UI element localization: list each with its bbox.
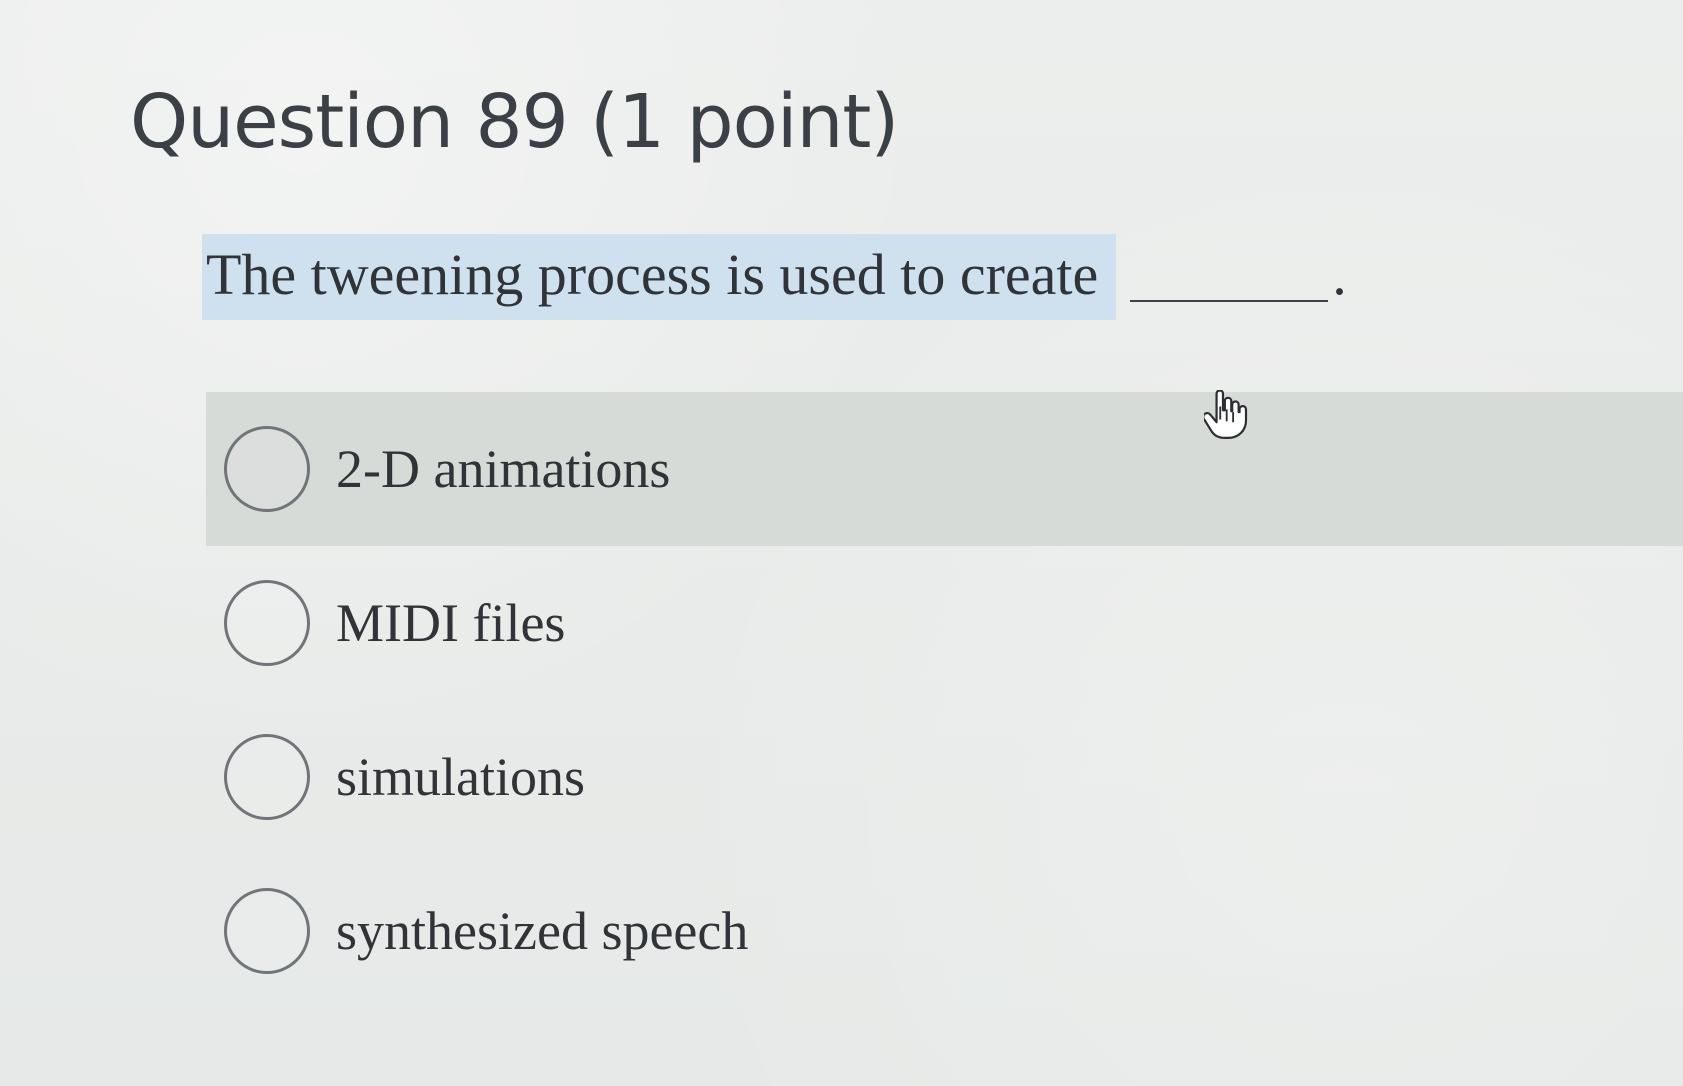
radio-button[interactable]: [224, 580, 310, 666]
answer-choice-simulations[interactable]: simulations: [206, 700, 1683, 854]
radio-button[interactable]: [224, 888, 310, 974]
answer-blank: [1130, 250, 1329, 302]
answer-choices: 2-D animations MIDI files simulations sy…: [206, 392, 1683, 1008]
answer-choice-synthesized-speech[interactable]: synthesized speech: [206, 854, 1683, 1008]
quiz-page: Question 89 (1 point) The tweening proce…: [0, 0, 1683, 1086]
answer-choice-label: 2-D animations: [336, 439, 671, 499]
answer-choice-label: MIDI files: [336, 593, 566, 653]
prompt-period: .: [1332, 242, 1347, 307]
answer-choice-label: synthesized speech: [336, 901, 749, 961]
answer-choice-midi-files[interactable]: MIDI files: [206, 546, 1683, 700]
radio-button[interactable]: [224, 426, 310, 512]
question-prompt-text: The tweening process is used to create: [202, 234, 1117, 320]
hand-pointer-icon: [1204, 390, 1248, 439]
question-title: Question 89 (1 point): [130, 79, 899, 165]
answer-choice-2d-animations[interactable]: 2-D animations: [206, 392, 1683, 546]
radio-button[interactable]: [224, 734, 310, 820]
question-prompt: The tweening process is used to create.: [202, 234, 1347, 320]
answer-choice-label: simulations: [336, 747, 586, 807]
